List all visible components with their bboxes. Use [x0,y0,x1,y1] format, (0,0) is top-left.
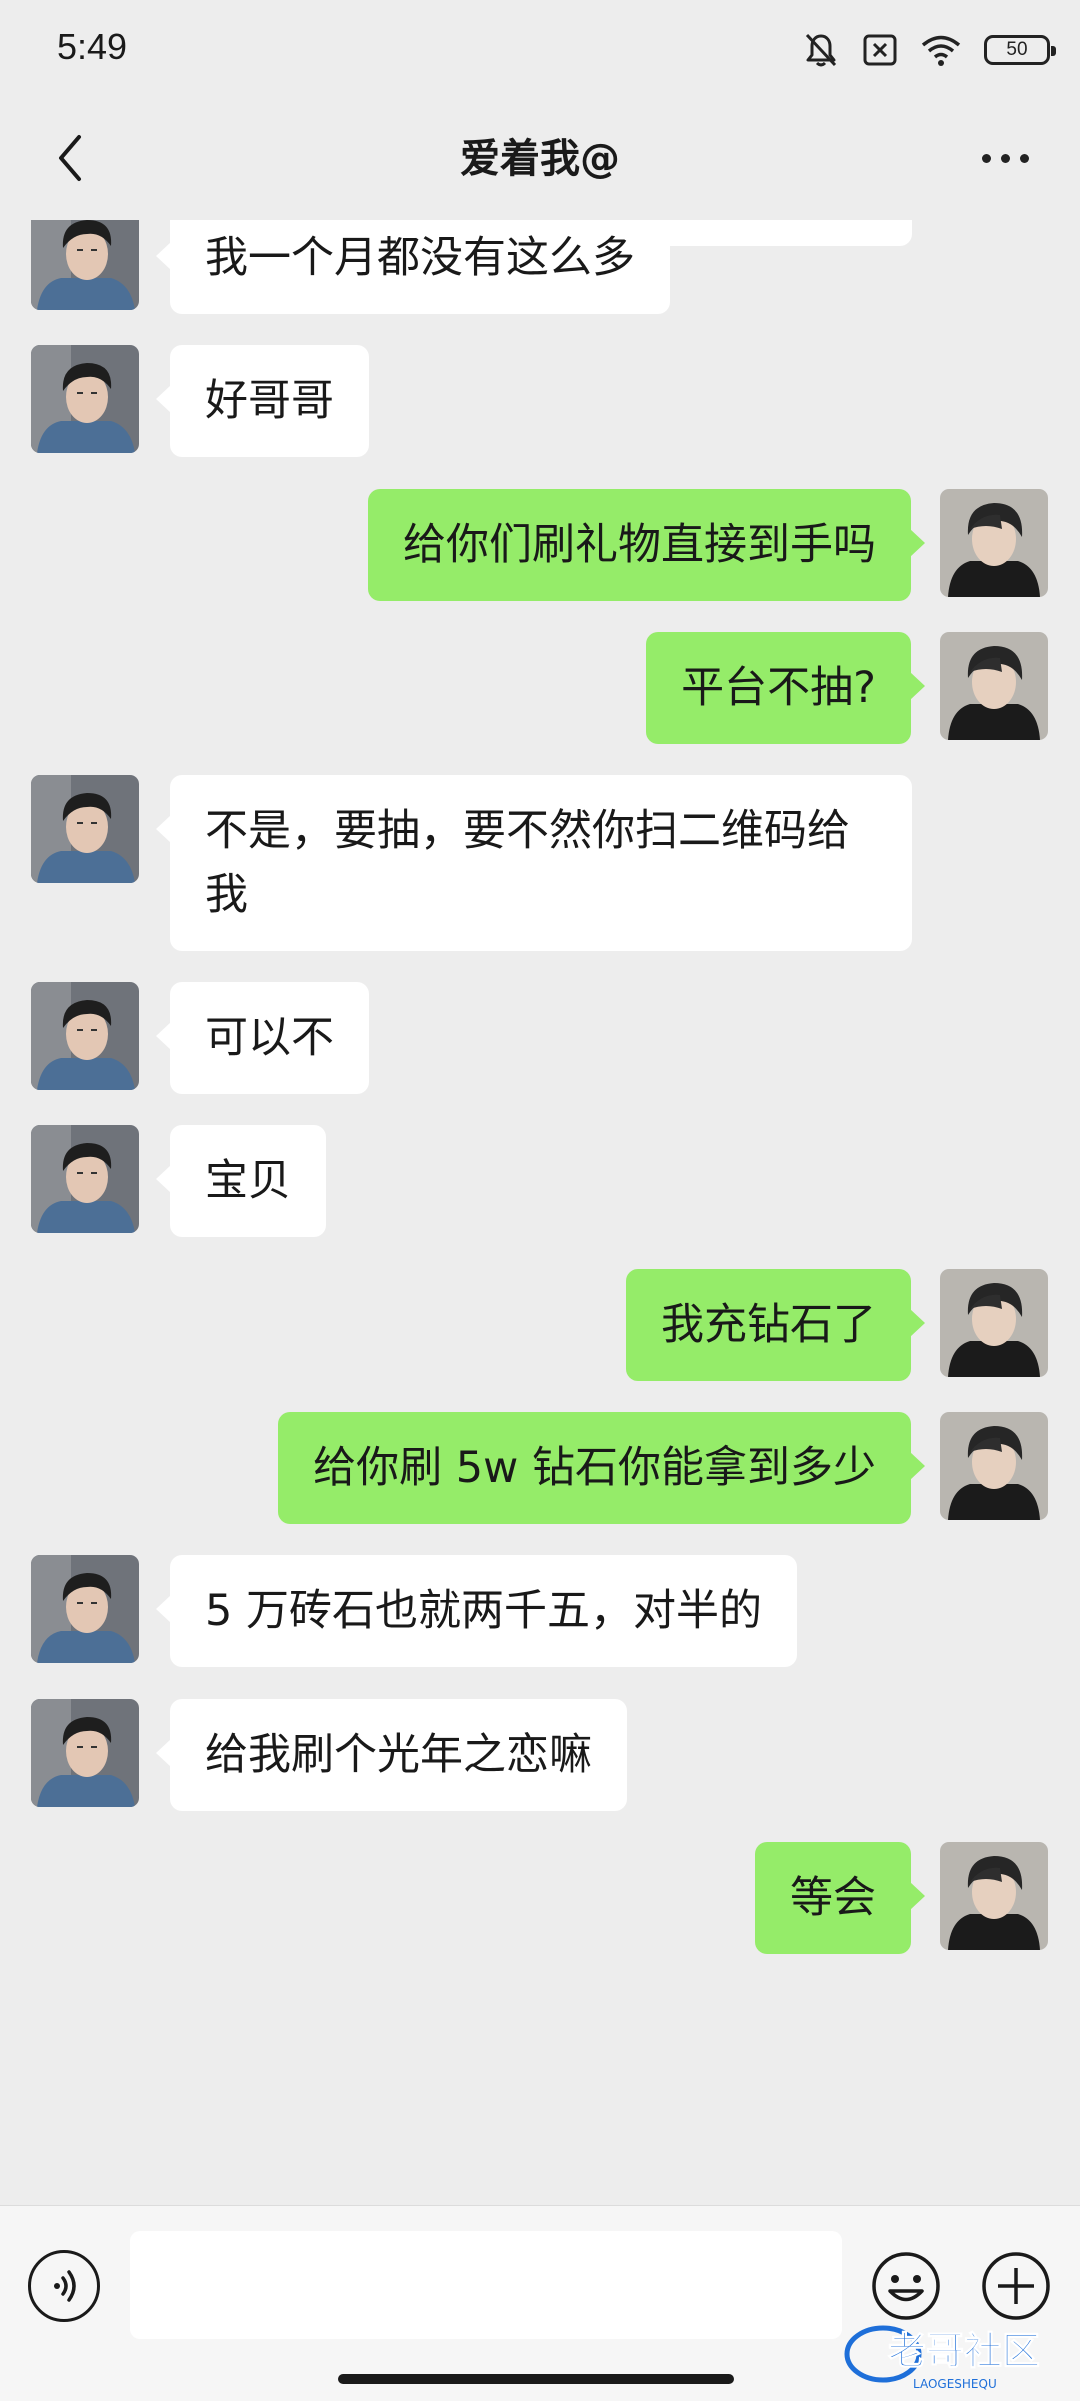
chat-area[interactable]: 这不没你一天赚的多我一个月都没有这么多好哥哥给你们刷礼物直接到手吗平台不抽?不是… [0,220,1080,2205]
battery-level: 50 [1006,39,1028,60]
received-message-row: 不是，要抽，要不然你扫二维码给我 [0,775,1080,951]
contact-avatar[interactable] [31,220,139,310]
emoji-button[interactable] [870,2250,942,2322]
contact-avatar[interactable] [31,345,139,453]
message-bubble[interactable]: 可以不 [156,982,369,1094]
received-message-row: 好哥哥 [0,345,1080,457]
message-input[interactable] [130,2231,842,2339]
message-bubble[interactable]: 我一个月都没有这么多 [156,220,670,314]
message-bubble[interactable]: 我充钻石了 [626,1269,925,1381]
mute-icon [805,33,837,67]
message-bubble[interactable]: 平台不抽? [646,632,925,744]
add-button[interactable] [980,2250,1052,2322]
message-bubble[interactable]: 给你刷 5w 钻石你能拿到多少 [278,1412,925,1524]
message-bubble[interactable]: 给我刷个光年之恋嘛 [156,1699,627,1811]
my-avatar[interactable] [940,1412,1048,1520]
status-bar: 5:49 50 [0,0,1080,96]
emoji-icon [872,2252,940,2320]
my-avatar[interactable] [940,632,1048,740]
message-bubble[interactable]: 等会 [755,1842,925,1954]
my-avatar[interactable] [940,489,1048,597]
wifi-icon [921,35,961,66]
voice-button[interactable] [28,2250,100,2322]
received-message-row: 我一个月都没有这么多 [0,220,1080,314]
more-dots-icon [981,153,991,163]
no-sim-icon [863,34,897,66]
contact-avatar[interactable] [31,775,139,883]
message-bubble[interactable]: 不是，要抽，要不然你扫二维码给我 [156,775,912,951]
watermark-logo: 老哥社区 LAOGESHEQU [844,2325,1041,2391]
plus-icon [982,2252,1050,2320]
received-message-row: 可以不 [0,982,1080,1094]
message-bubble[interactable]: 好哥哥 [156,345,369,457]
my-avatar[interactable] [940,1842,1048,1950]
sent-message-row: 平台不抽? [0,632,1080,744]
voice-icon [54,2270,76,2302]
received-message-row: 5 万砖石也就两千五，对半的 [0,1555,1080,1667]
sent-message-row: 我充钻石了 [0,1269,1080,1381]
received-message-row: 给我刷个光年之恋嘛 [0,1699,1080,1811]
input-bar: 老哥社区 LAOGESHEQU [0,2205,1080,2401]
contact-avatar[interactable] [31,1699,139,1807]
sent-message-row: 等会 [0,1842,1080,1954]
sent-message-row: 给你刷 5w 钻石你能拿到多少 [0,1412,1080,1524]
watermark-subtext: LAOGESHEQU [913,2377,997,2391]
more-button[interactable] [960,118,1050,198]
home-indicator[interactable] [338,2374,734,2384]
contact-avatar[interactable] [31,982,139,1090]
received-message-row: 宝贝 [0,1125,1080,1237]
contact-avatar[interactable] [31,1125,139,1233]
my-avatar[interactable] [940,1269,1048,1377]
nav-bar: 爱着我@ [0,96,1080,220]
contact-avatar[interactable] [31,1555,139,1663]
battery-icon: 50 [984,35,1056,65]
status-time: 5:49 [57,26,128,67]
message-bubble[interactable]: 给你们刷礼物直接到手吗 [368,489,925,601]
message-bubble[interactable]: 宝贝 [156,1125,326,1237]
watermark-text: 老哥社区 [888,2329,1040,2373]
message-bubble[interactable]: 5 万砖石也就两千五，对半的 [155,1555,798,1667]
chat-title: 爱着我@ [460,136,620,182]
status-icons: 50 [802,28,1056,72]
sent-message-row: 给你们刷礼物直接到手吗 [0,489,1080,601]
